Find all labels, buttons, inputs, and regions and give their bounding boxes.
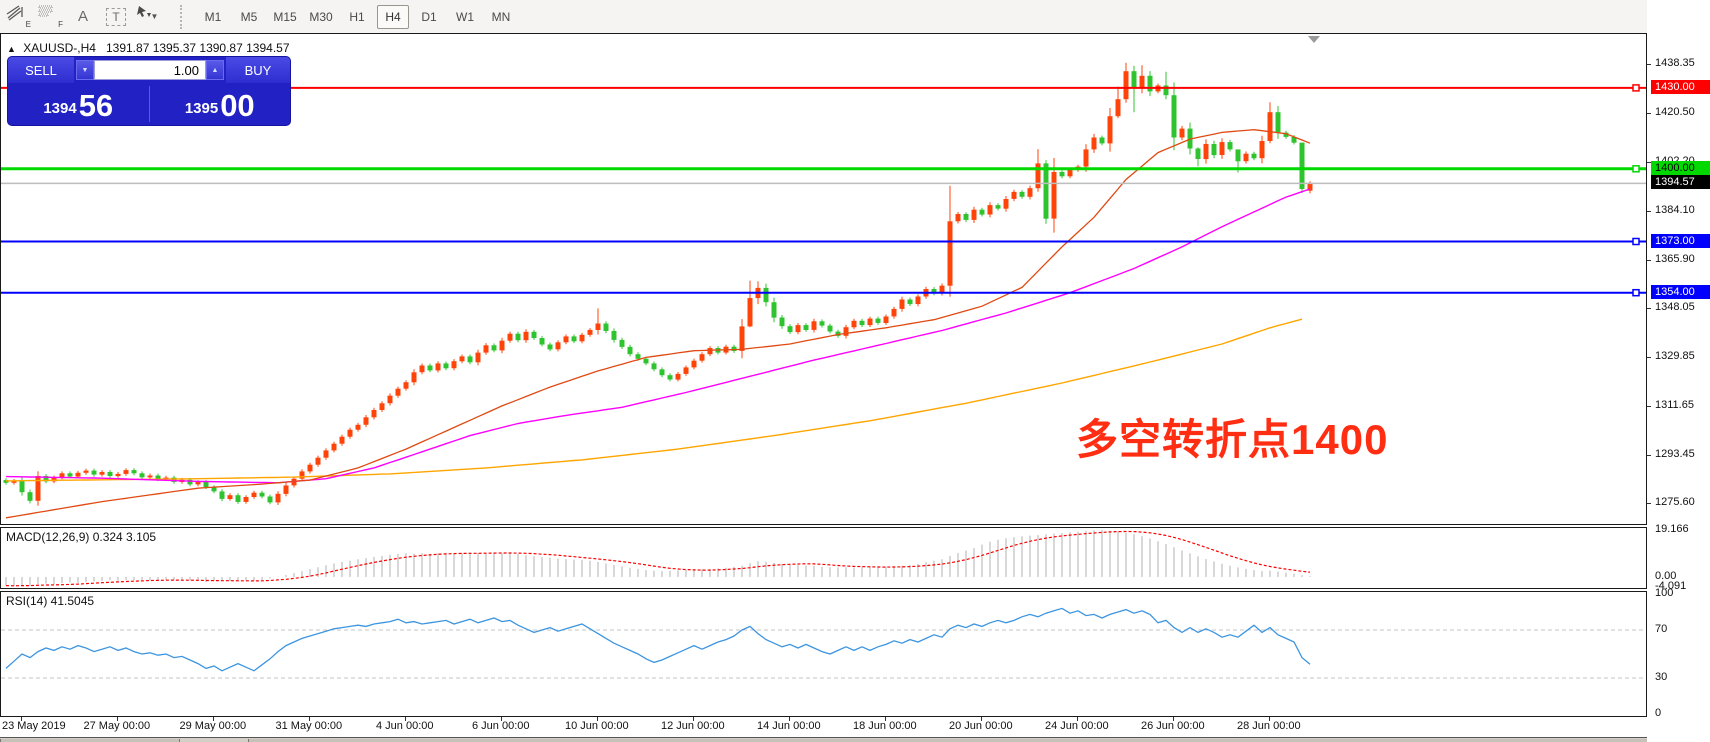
rsi-label: RSI(14) 41.5045: [6, 594, 94, 608]
rsi-axis-label: 30: [1655, 671, 1667, 683]
timeframe-button-mn[interactable]: MN: [485, 5, 517, 29]
timeframe-button-h4[interactable]: H4: [377, 5, 409, 29]
price-tick-label: 1438.35: [1655, 57, 1695, 69]
price-tick-label: 1311.65: [1655, 399, 1694, 411]
chart-shift-marker-icon: [1308, 36, 1320, 43]
price-tick-label: 1420.50: [1655, 106, 1695, 118]
price-tick: [1647, 406, 1651, 407]
timeframe-button-d1[interactable]: D1: [413, 5, 445, 29]
price-tick: [1647, 113, 1651, 114]
rsi-line: [6, 608, 1310, 670]
chart-annotation[interactable]: 多空转折点1400: [1076, 406, 1388, 467]
hline-handle[interactable]: [1633, 85, 1639, 91]
time-axis-label: 6 Jun 00:00: [472, 720, 530, 732]
text-box-icon[interactable]: T: [106, 8, 126, 26]
timeframe-button-w1[interactable]: W1: [449, 5, 481, 29]
volume-down-button[interactable]: ▼: [76, 60, 94, 80]
buy-button[interactable]: BUY: [226, 57, 290, 83]
toolbar: E F A T ▼ M1M5M15M30H1H4D1W1MN: [0, 0, 1710, 34]
symbol-triangle-icon: ▲: [7, 44, 16, 54]
price-tick: [1647, 64, 1651, 65]
time-axis-label: 12 Jun 00:00: [661, 720, 725, 732]
time-axis-label: 23 May 2019: [2, 720, 66, 732]
timeframe-button-m1[interactable]: M1: [197, 5, 229, 29]
buy-price[interactable]: 1395 00: [150, 83, 291, 125]
sell-price[interactable]: 1394 56: [8, 83, 149, 125]
hline-handle[interactable]: [1633, 166, 1639, 172]
patterns-icon[interactable]: E: [6, 5, 32, 29]
time-axis-label: 26 Jun 00:00: [1141, 720, 1205, 732]
time-axis-label: 18 Jun 00:00: [853, 720, 917, 732]
trade-panel: SELL ▼ 1.00 ▲ BUY 1394 56 1395 00: [8, 57, 290, 125]
time-axis-label: 27 May 00:00: [84, 720, 151, 732]
timeframe-button-m5[interactable]: M5: [233, 5, 265, 29]
price-tick: [1647, 308, 1651, 309]
macd-label: MACD(12,26,9) 0.324 3.105: [6, 530, 156, 544]
grid-icon[interactable]: F: [38, 5, 64, 29]
price-tick-label: 1384.10: [1655, 204, 1695, 216]
price-tick-label: 1293.45: [1655, 448, 1695, 460]
macd-canvas: [1, 528, 1646, 588]
time-axis-label: 14 Jun 00:00: [757, 720, 821, 732]
time-axis-label: 20 Jun 00:00: [949, 720, 1013, 732]
time-axis-label: 10 Jun 00:00: [565, 720, 629, 732]
toolbar-separator: [180, 5, 189, 29]
time-axis-label: 29 May 00:00: [180, 720, 247, 732]
symbol-header: ▲ XAUUSD-,H4 1391.87 1395.37 1390.87 139…: [7, 41, 290, 55]
macd-signal-line: [6, 532, 1310, 586]
macd-axis-label: 19.166: [1655, 523, 1689, 535]
volume-up-button[interactable]: ▲: [206, 60, 224, 80]
price-tick: [1647, 503, 1651, 504]
status-strip: [0, 737, 1710, 742]
time-axis-label: 24 Jun 00:00: [1045, 720, 1109, 732]
mt4-window: E F A T ▼ M1M5M15M30H1H4D1W1MN ▲ XAUUSD-…: [0, 0, 1710, 742]
price-tick: [1647, 211, 1651, 212]
sell-button[interactable]: SELL: [8, 57, 74, 83]
price-tick-label: 1275.60: [1655, 496, 1695, 508]
rsi-axis-label: 100: [1655, 587, 1673, 599]
price-badge-1354.00: 1354.00: [1651, 285, 1710, 299]
price-tick-label: 1329.85: [1655, 350, 1695, 362]
price-tick-label: 1348.05: [1655, 301, 1695, 313]
timeframe-button-h1[interactable]: H1: [341, 5, 373, 29]
volume-input[interactable]: 1.00: [94, 60, 206, 80]
price-tick: [1647, 455, 1651, 456]
price-badge-1400.00: 1400.00: [1651, 161, 1710, 175]
current-price-badge: 1394.57: [1651, 175, 1710, 189]
rsi-axis-label: 0: [1655, 707, 1661, 719]
time-axis-label: 31 May 00:00: [276, 720, 343, 732]
time-axis-label: 28 Jun 00:00: [1237, 720, 1301, 732]
symbol-ohlc: 1391.87 1395.37 1390.87 1394.57: [106, 41, 290, 55]
macd-histogram: [6, 530, 1310, 586]
symbol-name: XAUUSD-,H4: [23, 41, 96, 55]
time-axis[interactable]: 23 May 2019 27 May 00:00 29 May 00:00 31 Ma…: [0, 717, 1647, 737]
price-tick-label: 1365.90: [1655, 253, 1695, 265]
timeframe-button-m15[interactable]: M15: [269, 5, 301, 29]
price-tick: [1647, 260, 1651, 261]
rsi-axis-label: 70: [1655, 623, 1667, 635]
macd-panel[interactable]: [0, 527, 1647, 589]
rsi-canvas: [1, 592, 1646, 716]
timeframe-group: M1M5M15M30H1H4D1W1MN: [195, 5, 519, 29]
hline-handle[interactable]: [1633, 290, 1639, 296]
hline-handle[interactable]: [1633, 239, 1639, 245]
price-badge-1430.00: 1430.00: [1651, 80, 1710, 94]
price-axis[interactable]: 1438.351420.501402.201384.101365.901348.…: [1647, 0, 1710, 742]
time-axis-label: 4 Jun 00:00: [376, 720, 434, 732]
price-tick: [1647, 357, 1651, 358]
rsi-panel[interactable]: [0, 591, 1647, 717]
cursor-mode-icon[interactable]: ▼: [136, 5, 170, 29]
price-badge-1373.00: 1373.00: [1651, 234, 1710, 248]
text-label-icon[interactable]: A: [70, 5, 96, 29]
timeframe-button-m30[interactable]: M30: [305, 5, 337, 29]
